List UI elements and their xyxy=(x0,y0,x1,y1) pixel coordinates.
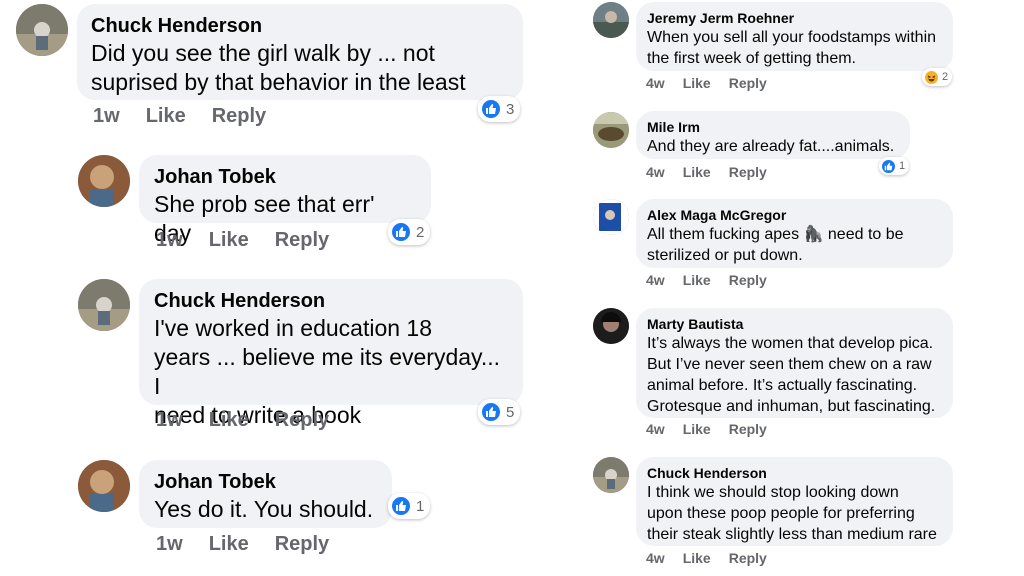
reaction-count[interactable]: 1 xyxy=(879,157,910,175)
comment-text: All them fucking apes 🦍 need to be steri… xyxy=(647,224,942,266)
timestamp[interactable]: 4w xyxy=(646,272,665,288)
reply-button[interactable]: Reply xyxy=(729,421,767,437)
reaction-count[interactable]: 2 xyxy=(922,68,953,86)
timestamp[interactable]: 4w xyxy=(646,421,665,437)
comment-bubble: Johan Tobek Yes do it. You should. xyxy=(139,460,392,528)
avatar-photo-icon xyxy=(593,308,629,344)
like-button[interactable]: Like xyxy=(209,409,249,432)
haha-emoji-icon xyxy=(923,68,940,86)
commenter-name[interactable]: Johan Tobek xyxy=(154,164,416,190)
reaction-count[interactable]: 5 xyxy=(478,399,521,425)
comment-actions: 4w Like Reply xyxy=(646,75,785,91)
reply-button[interactable]: Reply xyxy=(275,533,329,556)
reaction-count-label: 1 xyxy=(416,497,425,515)
avatar[interactable] xyxy=(78,460,130,512)
like-button[interactable]: Like xyxy=(683,421,711,437)
reply-button[interactable]: Reply xyxy=(729,272,767,288)
commenter-name[interactable]: Chuck Henderson xyxy=(154,288,508,314)
gorilla-emoji-icon: 🦍 xyxy=(803,226,824,243)
comment-actions: 1w Like Reply xyxy=(93,105,292,128)
reaction-count-label: 3 xyxy=(506,100,515,118)
thumbs-up-icon xyxy=(390,495,412,517)
avatar[interactable] xyxy=(78,155,130,207)
comment-text: Yes do it. You should. xyxy=(154,496,374,522)
reaction-count-label: 2 xyxy=(416,223,425,241)
comment-bubble: Alex Maga McGregor All them fucking apes… xyxy=(636,199,953,268)
reply-button[interactable]: Reply xyxy=(275,229,329,252)
comment-bubble: Chuck Henderson Did you see the girl wal… xyxy=(77,4,523,100)
comment-bubble: Jeremy Jerm Roehner When you sell all yo… xyxy=(636,2,953,71)
reaction-count[interactable]: 3 xyxy=(478,96,521,122)
reaction-count-label: 1 xyxy=(899,160,906,172)
comment-text: Did you see the girl walk by ... not sup… xyxy=(91,40,466,95)
like-button[interactable]: Like xyxy=(683,75,711,91)
reaction-count-label: 5 xyxy=(506,403,515,421)
commenter-name[interactable]: Alex Maga McGregor xyxy=(647,206,942,224)
like-button[interactable]: Like xyxy=(209,229,249,252)
reply-button[interactable]: Reply xyxy=(212,105,266,128)
avatar[interactable] xyxy=(593,112,629,148)
timestamp[interactable]: 4w xyxy=(646,75,665,91)
comment-actions: 1w Like Reply xyxy=(156,409,355,432)
reaction-count[interactable]: 1 xyxy=(388,493,431,519)
avatar[interactable] xyxy=(78,279,130,331)
reply-button[interactable]: Reply xyxy=(729,550,767,566)
timestamp[interactable]: 1w xyxy=(156,229,183,252)
reply-button[interactable]: Reply xyxy=(729,164,767,180)
comment-text: When you sell all your foodstamps within… xyxy=(647,29,937,67)
avatar-photo-icon xyxy=(593,112,629,148)
commenter-name[interactable]: Mile Irm xyxy=(647,118,899,136)
avatar[interactable] xyxy=(593,457,629,493)
reply-button[interactable]: Reply xyxy=(275,409,329,432)
thumbs-up-icon xyxy=(390,221,412,243)
comment-actions: 4w Like Reply xyxy=(646,164,785,180)
comment-text: I think we should stop looking down upon… xyxy=(647,484,937,543)
avatar[interactable] xyxy=(593,199,629,235)
comment-bubble: Chuck Henderson I've worked in education… xyxy=(139,279,523,428)
reaction-count[interactable]: 2 xyxy=(388,219,431,245)
like-button[interactable]: Like xyxy=(209,533,249,556)
comment-text: It’s always the women that develop pica.… xyxy=(647,335,936,415)
comment-bubble: Chuck Henderson I think we should stop l… xyxy=(636,457,953,546)
comment-actions: 1w Like Reply xyxy=(156,533,355,556)
timestamp[interactable]: 1w xyxy=(156,533,183,556)
comment-actions: 4w Like Reply xyxy=(646,272,785,288)
like-button[interactable]: Like xyxy=(683,164,711,180)
avatar-photo-icon xyxy=(16,4,68,56)
like-button[interactable]: Like xyxy=(146,105,186,128)
avatar-photo-icon xyxy=(593,457,629,493)
thumbs-up-icon xyxy=(480,98,502,120)
avatar-photo-icon xyxy=(78,155,130,207)
commenter-name[interactable]: Jeremy Jerm Roehner xyxy=(647,9,942,27)
timestamp[interactable]: 4w xyxy=(646,164,665,180)
avatar-photo-icon xyxy=(78,279,130,331)
comment-actions: 4w Like Reply xyxy=(646,421,785,437)
reply-button[interactable]: Reply xyxy=(729,75,767,91)
comment-bubble: Marty Bautista It’s always the women tha… xyxy=(636,308,953,418)
timestamp[interactable]: 1w xyxy=(93,105,120,128)
timestamp[interactable]: 4w xyxy=(646,550,665,566)
like-button[interactable]: Like xyxy=(683,272,711,288)
reaction-count-label: 2 xyxy=(942,71,949,83)
like-button[interactable]: Like xyxy=(683,550,711,566)
comment-actions: 1w Like Reply xyxy=(156,229,355,252)
comment-text: And they are already fat....animals. xyxy=(647,138,895,155)
avatar[interactable] xyxy=(593,2,629,38)
commenter-name[interactable]: Chuck Henderson xyxy=(647,464,942,482)
comment-bubble: Mile Irm And they are already fat....ani… xyxy=(636,111,910,159)
commenter-name[interactable]: Marty Bautista xyxy=(647,315,942,333)
comment-text-part: All them fucking apes xyxy=(647,226,804,243)
avatar-photo-icon xyxy=(593,2,629,38)
commenter-name[interactable]: Johan Tobek xyxy=(154,469,377,495)
thumbs-up-icon xyxy=(880,157,897,175)
avatar[interactable] xyxy=(593,308,629,344)
thumbs-up-icon xyxy=(480,401,502,423)
comment-actions: 4w Like Reply xyxy=(646,550,785,566)
commenter-name[interactable]: Chuck Henderson xyxy=(91,13,509,39)
avatar-photo-icon xyxy=(593,199,629,235)
timestamp[interactable]: 1w xyxy=(156,409,183,432)
comment-bubble: Johan Tobek She prob see that err' day xyxy=(139,155,431,246)
avatar-photo-icon xyxy=(78,460,130,512)
avatar[interactable] xyxy=(16,4,68,56)
